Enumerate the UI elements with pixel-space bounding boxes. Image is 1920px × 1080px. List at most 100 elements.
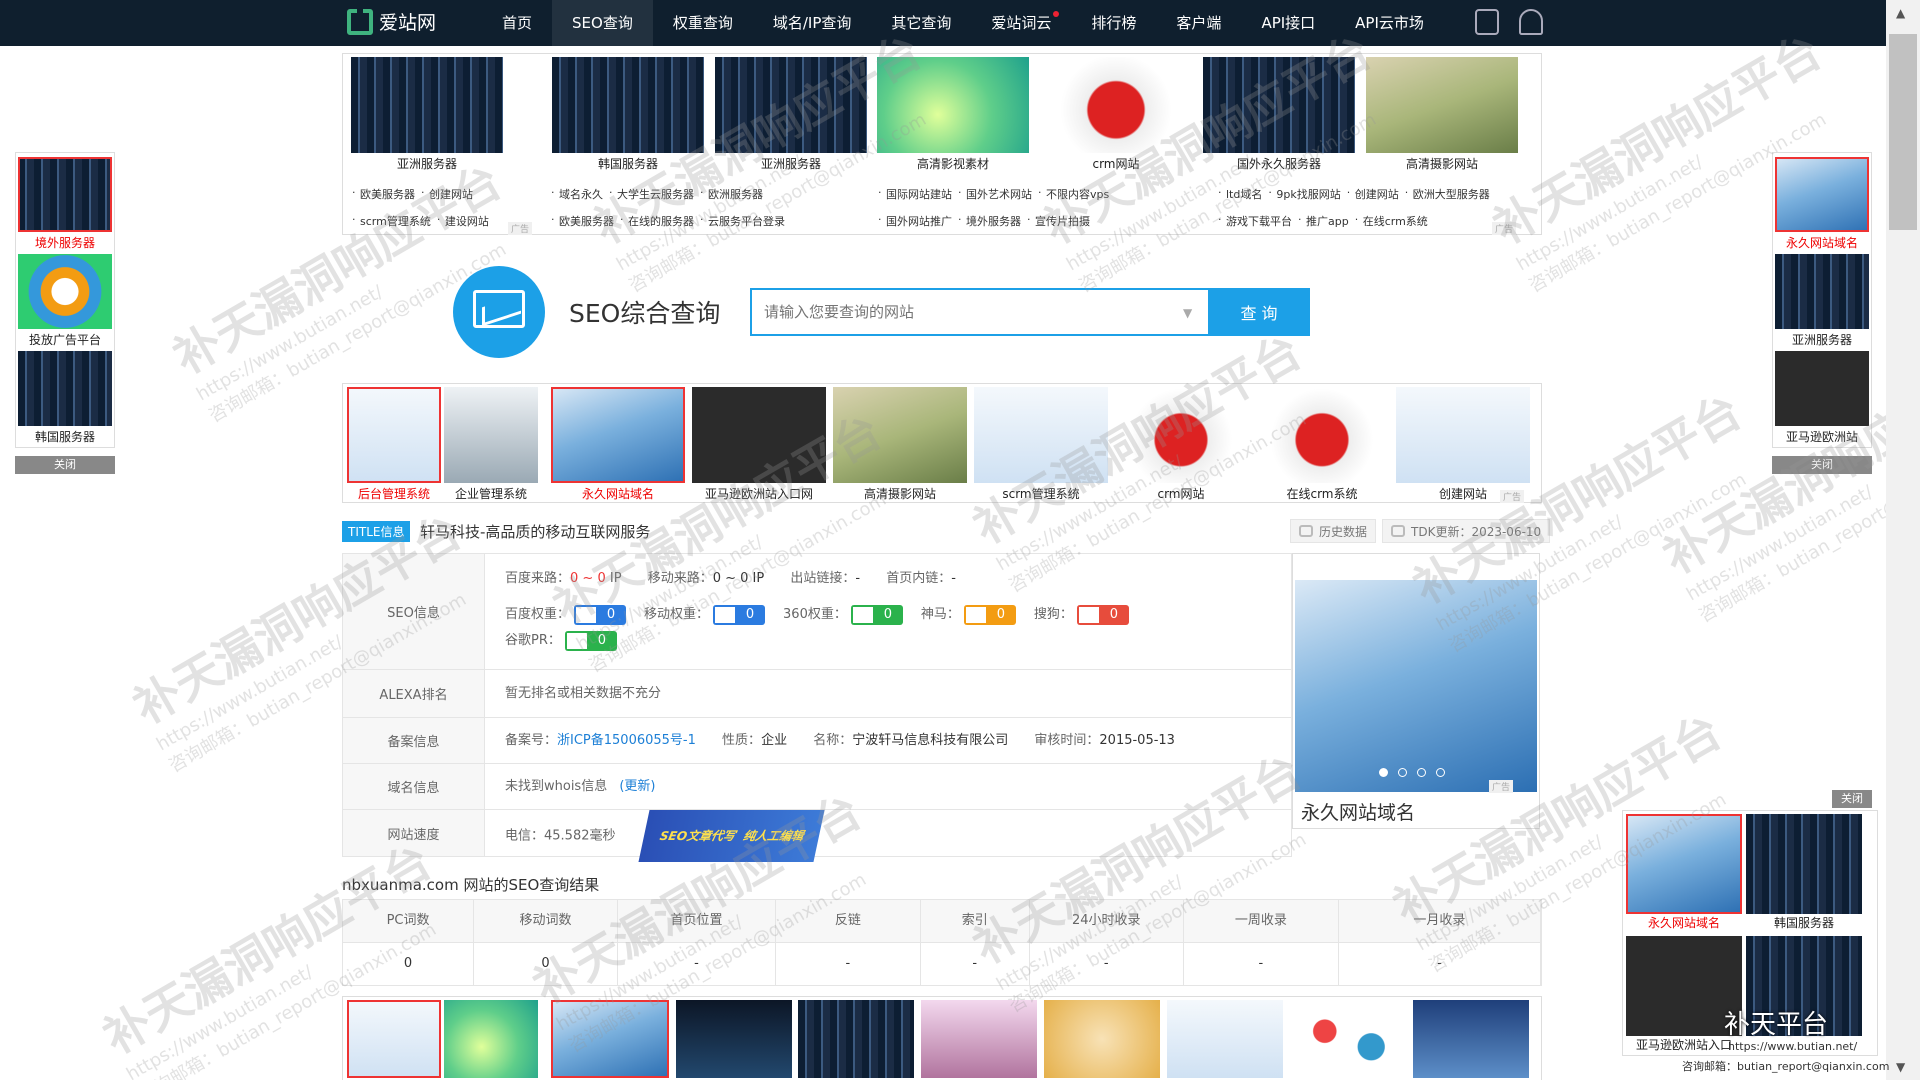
ad-card[interactable] bbox=[676, 1000, 792, 1078]
ad-card[interactable]: 国外永久服务器 bbox=[1203, 57, 1355, 177]
slider-dot[interactable] bbox=[1417, 768, 1426, 777]
slider-dot[interactable] bbox=[1398, 768, 1407, 777]
nav-item-domain-ip-query[interactable]: 域名/IP查询 bbox=[753, 0, 872, 46]
ad-link[interactable]: 游戏下载平台 bbox=[1218, 213, 1292, 229]
ad-link[interactable]: 在线crm系统 bbox=[1355, 213, 1428, 229]
ad-card[interactable]: 境外服务器 bbox=[18, 157, 112, 251]
ad-link[interactable]: 创建网站 bbox=[1347, 186, 1399, 202]
ad-card[interactable]: 高清摄影网站 bbox=[833, 387, 967, 501]
ad-link[interactable]: 创建网站 bbox=[421, 186, 473, 202]
ad-link[interactable]: 建设网站 bbox=[437, 213, 489, 229]
slider-dot[interactable] bbox=[1436, 768, 1445, 777]
ad-card[interactable] bbox=[1167, 1000, 1283, 1078]
baidu-source-value[interactable]: 0 ~ 0 bbox=[570, 571, 606, 586]
ad-card[interactable]: crm网站 bbox=[1040, 57, 1192, 177]
ad-link[interactable]: 欧洲服务器 bbox=[700, 186, 763, 202]
weight-badge[interactable]: 0 bbox=[574, 604, 627, 625]
ad-link[interactable]: 欧美服务器 bbox=[352, 186, 415, 202]
ad-link[interactable]: 推广app bbox=[1298, 213, 1349, 229]
ad-link[interactable]: 大学生云服务器 bbox=[609, 186, 694, 202]
bottom-right-close-button[interactable]: 关闭 bbox=[1832, 790, 1872, 808]
ad-card[interactable] bbox=[444, 1000, 538, 1078]
nav-item-word-cloud[interactable]: 爱站词云 bbox=[971, 0, 1071, 46]
nav-item-weight-query[interactable]: 权重查询 bbox=[653, 0, 753, 46]
ad-link[interactable]: 国外艺术网站 bbox=[958, 186, 1032, 202]
ad-card[interactable]: 永久网站域名 bbox=[1775, 157, 1869, 251]
ad-card[interactable]: 亚洲服务器 bbox=[1775, 254, 1869, 348]
ad-card[interactable]: 亚马逊欧洲站 bbox=[1775, 351, 1869, 445]
column-header: PC词数 bbox=[343, 900, 475, 942]
ad-link[interactable]: scrm管理系统 bbox=[352, 213, 431, 229]
ad-card[interactable]: 投放广告平台 bbox=[18, 254, 112, 348]
ad-card[interactable]: 高清影视素材 bbox=[877, 57, 1029, 177]
ad-card[interactable]: scrm管理系统 bbox=[974, 387, 1108, 501]
ad-link[interactable]: 宣传片拍摄 bbox=[1027, 213, 1090, 229]
ad-link[interactable]: 欧美服务器 bbox=[551, 213, 614, 229]
site-logo[interactable]: 爱站网 bbox=[347, 4, 436, 35]
ad-link[interactable]: 欧洲大型服务器 bbox=[1405, 186, 1490, 202]
weight-badge[interactable]: 0 bbox=[564, 630, 617, 651]
ad-card[interactable]: 韩国服务器 bbox=[552, 57, 704, 177]
page-scrollbar[interactable]: ▲ ▼ bbox=[1886, 0, 1920, 1080]
ad-card[interactable]: 企业管理系统 bbox=[444, 387, 538, 501]
nav-item-ranking[interactable]: 排行榜 bbox=[1071, 0, 1156, 46]
ad-card[interactable] bbox=[1290, 1000, 1406, 1078]
nav-item-api[interactable]: API接口 bbox=[1241, 0, 1335, 46]
icp-number-link[interactable]: 浙ICP备15006055号-1 bbox=[557, 733, 696, 748]
slider-caption[interactable]: 永久网站域名 bbox=[1301, 798, 1415, 825]
ad-link[interactable]: 国外网站推广 bbox=[878, 213, 952, 229]
weight-badge[interactable]: 0 bbox=[713, 604, 766, 625]
ad-card[interactable]: 后台管理系统 bbox=[347, 387, 441, 501]
slider-dot[interactable] bbox=[1379, 768, 1388, 777]
ad-card[interactable] bbox=[347, 1000, 441, 1078]
ad-link[interactable]: ltd域名 bbox=[1218, 186, 1262, 202]
ad-card[interactable]: crm网站 bbox=[1114, 387, 1248, 501]
seo-writing-ad-banner[interactable]: SEO文章代写 纯人工编辑 bbox=[638, 810, 825, 862]
ad-card[interactable]: 亚洲服务器 bbox=[351, 57, 503, 177]
search-dropdown-icon[interactable]: ▼ bbox=[1183, 306, 1192, 320]
ad-card[interactable]: 创建网站 bbox=[1396, 387, 1530, 501]
nav-item-seo-query[interactable]: SEO查询 bbox=[552, 0, 653, 46]
ad-card[interactable]: 韩国服务器 bbox=[18, 351, 112, 445]
ad-card[interactable] bbox=[921, 1000, 1037, 1078]
nav-item-other-query[interactable]: 其它查询 bbox=[871, 0, 971, 46]
ad-card[interactable]: 永久网站域名 bbox=[551, 387, 685, 501]
ad-card[interactable] bbox=[551, 1000, 669, 1078]
side-slider-ad[interactable]: 广告 永久网站域名 bbox=[1292, 553, 1540, 829]
domain-refresh-link[interactable]: (更新) bbox=[619, 779, 655, 794]
left-float-close-button[interactable]: 关闭 bbox=[15, 456, 115, 474]
ad-link[interactable]: 不限内容vps bbox=[1038, 186, 1109, 202]
weight-item: 移动权重： 0 bbox=[644, 604, 766, 626]
weight-badge[interactable]: 0 bbox=[1076, 604, 1129, 625]
scroll-down-arrow-icon[interactable]: ▼ bbox=[1896, 1060, 1905, 1074]
ad-link[interactable]: 云服务平台登录 bbox=[700, 213, 785, 229]
scrollbar-thumb[interactable] bbox=[1889, 34, 1917, 230]
nav-item-api-market[interactable]: API云市场 bbox=[1335, 0, 1444, 46]
history-data-button[interactable]: 历史数据 bbox=[1290, 519, 1377, 543]
right-float-close-button[interactable]: 关闭 bbox=[1772, 456, 1872, 474]
ad-card[interactable]: 高清摄影网站 bbox=[1366, 57, 1518, 177]
column-header: 一周收录 bbox=[1183, 900, 1339, 942]
user-icon[interactable] bbox=[1519, 9, 1543, 35]
ad-card[interactable]: 亚洲服务器 bbox=[715, 57, 867, 177]
weight-badge[interactable]: 0 bbox=[850, 604, 903, 625]
ad-card[interactable]: 韩国服务器 bbox=[1746, 814, 1862, 932]
mobile-icon[interactable] bbox=[1475, 9, 1499, 35]
ad-link[interactable]: 在线的服务器 bbox=[620, 213, 694, 229]
ad-link[interactable]: 国际网站建站 bbox=[878, 186, 952, 202]
ad-card[interactable]: 亚马逊欧洲站入口网 bbox=[692, 387, 826, 501]
search-button[interactable]: 查 询 bbox=[1208, 288, 1310, 336]
ad-link[interactable]: 境外服务器 bbox=[958, 213, 1021, 229]
nav-item-client[interactable]: 客户端 bbox=[1156, 0, 1241, 46]
ad-card[interactable] bbox=[1413, 1000, 1529, 1078]
ad-card[interactable]: 在线crm系统 bbox=[1255, 387, 1389, 501]
ad-link[interactable]: 9pk找服网站 bbox=[1268, 186, 1340, 202]
ad-card[interactable] bbox=[798, 1000, 914, 1078]
ad-card[interactable] bbox=[1044, 1000, 1160, 1078]
ad-link[interactable]: 域名永久 bbox=[551, 186, 603, 202]
weight-badge[interactable]: 0 bbox=[963, 604, 1016, 625]
search-input[interactable] bbox=[750, 288, 1210, 336]
nav-item-home[interactable]: 首页 bbox=[482, 0, 552, 46]
scroll-up-arrow-icon[interactable]: ▲ bbox=[1896, 6, 1905, 20]
ad-card[interactable]: 永久网站域名 bbox=[1626, 814, 1742, 932]
